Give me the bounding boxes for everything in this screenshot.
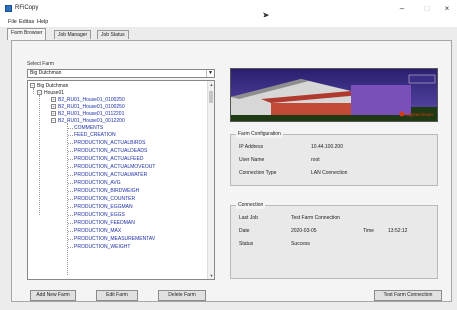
tree-connector: [68, 175, 73, 176]
expand-icon[interactable]: +: [51, 104, 56, 110]
tree-connector: [68, 215, 73, 216]
status-label: Status: [239, 241, 254, 247]
expand-icon[interactable]: +: [51, 111, 56, 117]
tree-leaf[interactable]: PRODUCTION_MAX: [74, 228, 121, 235]
scrollbar-thumb[interactable]: [209, 91, 213, 103]
time-label: Time: [363, 228, 374, 234]
tree-node[interactable]: + B2_RU01_House01_0100250: [51, 97, 125, 104]
farm-configuration-group: Farm Configuration IP Address 10.44.100.…: [230, 131, 438, 186]
tree-node[interactable]: − B2_RU01_House01_0012200: [51, 118, 125, 125]
tree-leaf[interactable]: FEED_CREATION: [74, 132, 116, 139]
tree-leaf[interactable]: PRODUCTION_ACTUALMOVEOUT: [74, 164, 155, 171]
tree-connector: [68, 135, 73, 136]
menu-file[interactable]: File: [8, 19, 17, 25]
date-label: Date: [239, 228, 250, 234]
tab-job-manager[interactable]: Job Manager: [54, 30, 92, 39]
app-logo-icon: [5, 5, 12, 12]
date-value: 2020-03-05: [291, 228, 317, 234]
tree-node[interactable]: + B2_RU01_House01_0100250: [51, 104, 125, 111]
tree-leaf[interactable]: PRODUCTION_EGGMAN: [74, 204, 133, 211]
minimize-button[interactable]: –: [396, 3, 408, 15]
tree-connector: [68, 167, 73, 168]
farm-select[interactable]: Big Dutchman ▼: [27, 69, 215, 78]
farm-tree[interactable]: − Big Dutchman − House01 + B2_RU01_House01_…: [27, 80, 215, 280]
tree-leaf[interactable]: PRODUCTION_FEEDMAN: [74, 220, 135, 227]
tree-connector: [68, 199, 73, 200]
app-window: RFiCopy ➤ – □ × File Editas Help Farm Br…: [0, 0, 457, 310]
menu-bar: File Editas Help: [0, 17, 457, 27]
menu-help[interactable]: Help: [37, 19, 48, 25]
tree-connector: [68, 207, 73, 208]
ip-address-value: 10.44.100.200: [311, 144, 343, 150]
connection-group: Connection Last Job Test Farm Connection…: [230, 202, 438, 279]
collapse-icon[interactable]: −: [51, 118, 56, 124]
tree-connector: [68, 231, 73, 232]
tree-connector: [68, 239, 73, 240]
last-job-value: Test Farm Connection: [291, 215, 340, 221]
tree-connector: [68, 128, 73, 129]
edit-farm-button[interactable]: Edit Farm: [96, 290, 138, 301]
window-title: RFiCopy: [15, 5, 39, 11]
collapse-icon[interactable]: −: [30, 83, 35, 89]
menu-edit[interactable]: Editas: [19, 19, 34, 25]
tree-leaf[interactable]: PRODUCTION_ACTUALBIRDS: [74, 140, 145, 147]
maximize-button[interactable]: □: [421, 3, 433, 15]
ip-address-label: IP Address: [239, 144, 264, 150]
tree-connector: [39, 95, 40, 215]
tree-leaf[interactable]: PRODUCTION_EGGS: [74, 212, 125, 219]
scroll-down-icon[interactable]: ▼: [208, 272, 214, 279]
delete-farm-button[interactable]: Delete Farm: [158, 290, 206, 301]
chevron-down-icon[interactable]: ▼: [206, 70, 214, 77]
tree-connector: [68, 223, 73, 224]
tree-connector: [68, 159, 73, 160]
farm-select-value: Big Dutchman: [30, 70, 62, 76]
tree-node[interactable]: + B2_RU01_House01_0112201: [51, 111, 124, 118]
tree-root[interactable]: − Big Dutchman: [30, 83, 68, 90]
last-job-label: Last Job: [239, 215, 258, 221]
test-connection-button[interactable]: Test Farm Connection: [374, 290, 442, 301]
tree-leaf[interactable]: PRODUCTION_AVG: [74, 180, 121, 187]
connection-type-label: Connection Type: [239, 170, 277, 176]
tree-leaf[interactable]: PRODUCTION_WEIGHT: [74, 244, 130, 251]
tree-connector: [68, 183, 73, 184]
tree-leaf[interactable]: PRODUCTION_BIRDWEIGH: [74, 188, 139, 195]
tree-connector: [68, 247, 73, 248]
collapse-icon[interactable]: −: [37, 90, 42, 96]
expand-icon[interactable]: +: [51, 97, 56, 103]
title-bar: RFiCopy ➤ – □ ×: [0, 0, 457, 20]
connection-title: Connection: [236, 202, 266, 209]
tree-house[interactable]: − House01: [37, 90, 64, 97]
time-value: 13:52:12: [388, 228, 408, 234]
tree-leaf[interactable]: PRODUCTION_ACTUALDEADS: [74, 148, 147, 155]
banner-brand-text: BigDutchman: [406, 112, 434, 117]
status-value: Success: [291, 241, 310, 247]
close-button[interactable]: ×: [441, 3, 453, 15]
tree-connector: [68, 151, 73, 152]
farm-configuration-title: Farm Configuration: [236, 131, 283, 138]
tree-leaf[interactable]: PRODUCTION_MEASUREMENTAV: [74, 236, 155, 243]
tree-leaf[interactable]: PRODUCTION_ACTUALWATER: [74, 172, 147, 179]
tree-leaf[interactable]: PRODUCTION_ACTUALFEED: [74, 156, 143, 163]
user-name-label: User Name: [239, 157, 265, 163]
tab-farm-browser[interactable]: Farm Browser: [7, 28, 47, 40]
farm-banner-image: BigDutchman: [230, 68, 438, 122]
add-farm-button[interactable]: Add New Farm: [30, 290, 76, 301]
tree-leaf[interactable]: PRODUCTION_COUNTER: [74, 196, 135, 203]
tab-job-status[interactable]: Job Status: [97, 30, 129, 39]
tree-scrollbar[interactable]: ▲ ▼: [207, 81, 214, 279]
connection-type-value: LAN Connection: [311, 170, 348, 176]
tree-connector: [68, 143, 73, 144]
tree-connector: [68, 191, 73, 192]
user-name-value: root: [311, 157, 320, 163]
tree-leaf[interactable]: COMMENTS: [74, 125, 103, 132]
barn-illustration: BigDutchman: [231, 69, 437, 121]
select-farm-label: Select Farm: [27, 61, 54, 67]
scroll-up-icon[interactable]: ▲: [208, 81, 214, 88]
